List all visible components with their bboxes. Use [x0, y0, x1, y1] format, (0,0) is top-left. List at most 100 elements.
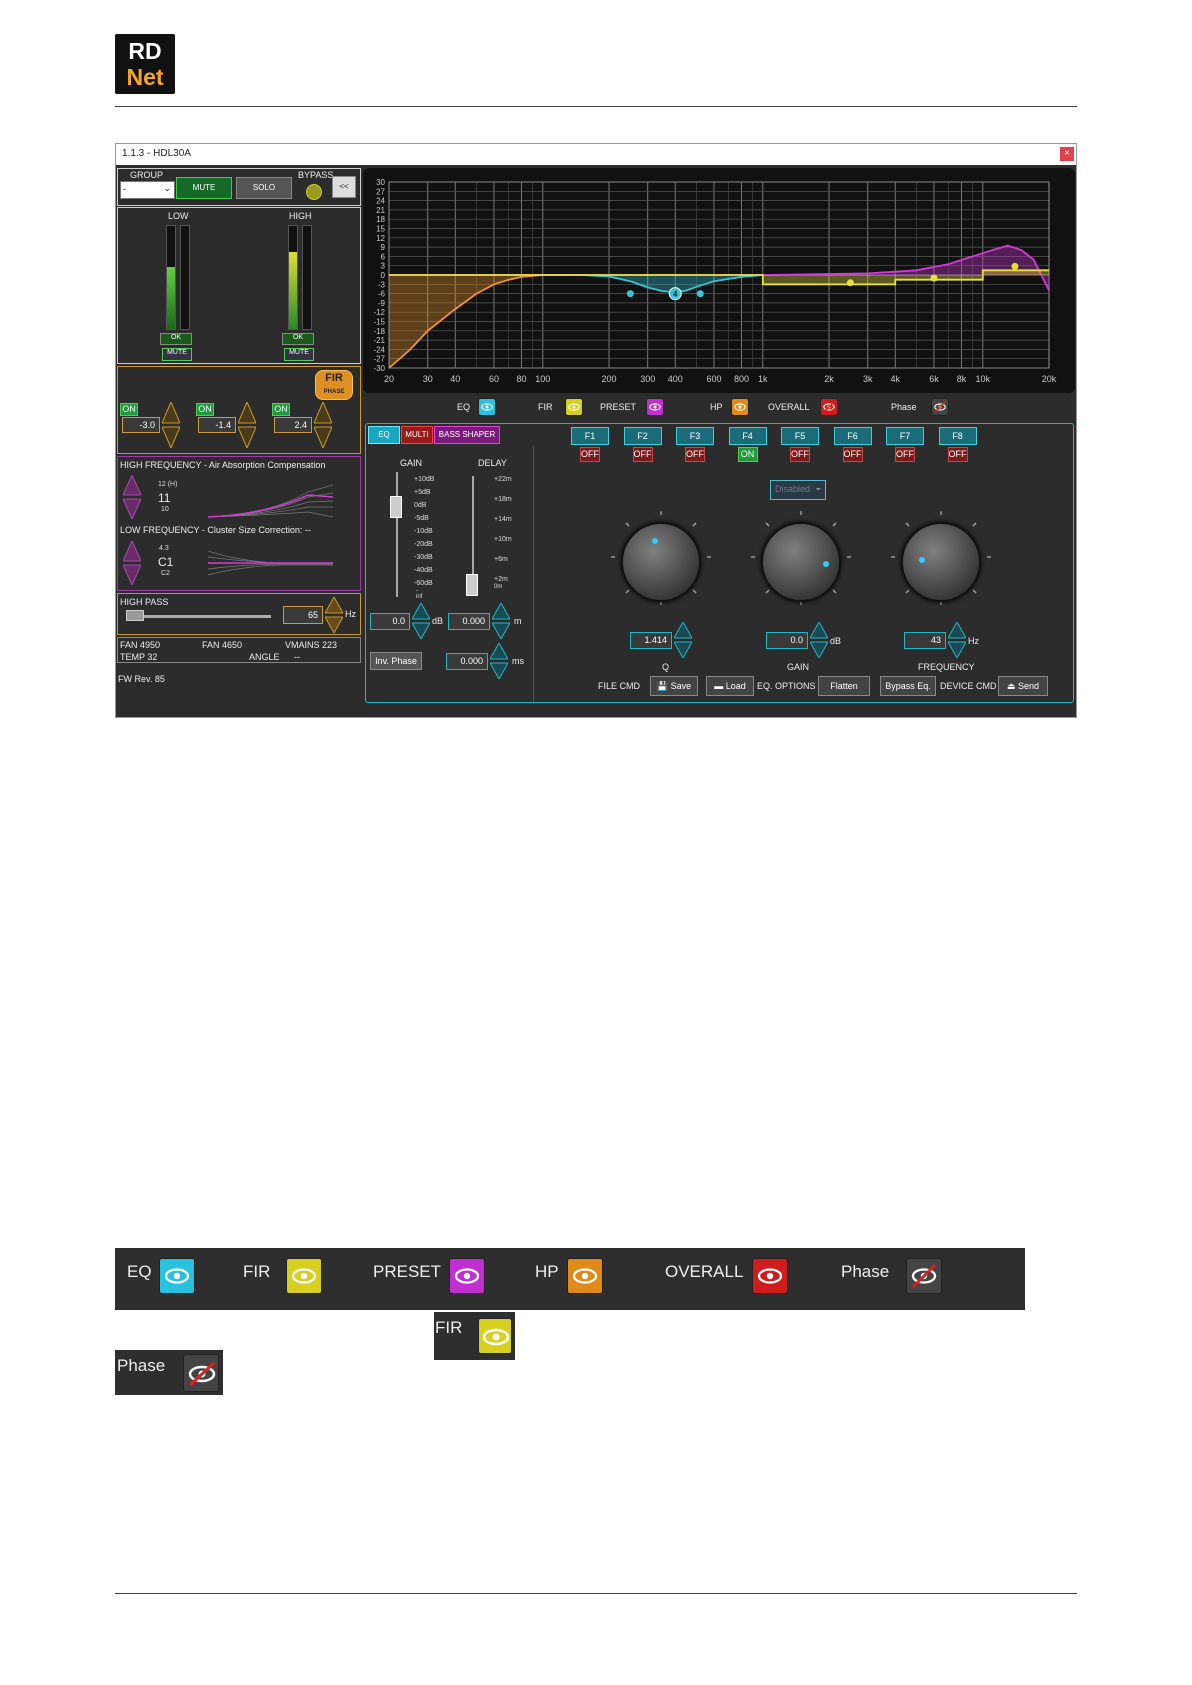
gain-knob[interactable] [761, 522, 841, 602]
gain-fader-handle[interactable] [390, 496, 402, 518]
filter-state-f2[interactable]: OFF [632, 447, 653, 462]
fir-phase-badge[interactable]: FIR PHASE [315, 370, 353, 400]
filter-state-f7[interactable]: OFF [895, 447, 915, 462]
temp-status: TEMP 32 [120, 652, 158, 662]
gain-value[interactable]: 0.0 [370, 613, 410, 630]
strip-overall-eye-icon[interactable] [752, 1258, 788, 1294]
mute-button[interactable]: MUTE [176, 177, 232, 199]
y-tick-label: 0 [381, 271, 386, 280]
highpass-slider-handle[interactable] [126, 610, 144, 621]
filter-button-f2[interactable]: F2 [623, 427, 662, 445]
fir-value-2[interactable]: -1.4 [198, 417, 236, 433]
freq-value[interactable]: 43 [904, 632, 946, 649]
fir-spinner-3[interactable] [313, 400, 333, 450]
bypass-eq-button[interactable]: Bypass Eq. [880, 676, 936, 696]
hp-eye-icon[interactable] [730, 398, 749, 416]
fir-on-button-3[interactable]: ON [272, 403, 290, 416]
freq-label: FREQUENCY [918, 662, 975, 672]
filter-button-f5[interactable]: F5 [781, 427, 819, 445]
phase-eye-off-icon[interactable] [183, 1354, 219, 1392]
ms-spinner[interactable] [490, 643, 508, 679]
gain-scale-label: -40dB [414, 567, 433, 574]
filter-button-f7[interactable]: F7 [886, 427, 924, 445]
fir-on-button-2[interactable]: ON [196, 403, 214, 416]
y-tick-label: -30 [373, 364, 385, 373]
solo-button[interactable]: SOLO [236, 177, 292, 199]
tab-eq[interactable]: EQ [368, 426, 400, 444]
meter-low-mute-button[interactable]: MUTE [162, 348, 192, 361]
gain-knob-spinner[interactable] [810, 622, 828, 658]
inv-phase-button[interactable]: Inv. Phase [370, 652, 422, 670]
fir-value-3[interactable]: 2.4 [274, 417, 312, 433]
filter-button-f8[interactable]: F8 [938, 427, 977, 445]
filter-state-f5[interactable]: OFF [790, 447, 810, 462]
x-tick-label: 300 [640, 374, 655, 384]
meter-high-mute-button[interactable]: MUTE [284, 348, 314, 361]
gain-fader-track[interactable] [396, 472, 398, 597]
highpass-value[interactable]: 65 [283, 606, 323, 624]
strip-preset-eye-icon[interactable] [449, 1258, 485, 1294]
hf-below: 10 [161, 506, 169, 513]
flatten-button[interactable]: Flatten [818, 676, 870, 696]
strip-eq-eye-icon[interactable] [159, 1258, 195, 1294]
filter-state-f6[interactable]: OFF [842, 447, 863, 462]
highpass-spinner[interactable] [325, 597, 343, 633]
filter-button-f1[interactable]: F1 [571, 427, 609, 445]
phase-eye-icon[interactable] [930, 398, 949, 416]
hf-spinner[interactable] [123, 475, 141, 519]
filter-state-f3[interactable]: OFF [685, 447, 705, 462]
frequency-knob[interactable] [901, 522, 981, 602]
overall-eye-icon[interactable] [820, 398, 839, 416]
fir-on-button-1[interactable]: ON [120, 403, 138, 416]
y-tick-label: 6 [381, 252, 386, 261]
q-knob[interactable] [621, 522, 701, 602]
strip-fir-eye-icon[interactable] [286, 1258, 322, 1294]
close-icon[interactable]: × [1060, 147, 1074, 161]
strip-hp-eye-icon[interactable] [567, 1258, 603, 1294]
q-spinner[interactable] [674, 622, 692, 658]
q-value[interactable]: 1.414 [630, 632, 672, 649]
legend-label-fir: FIR [538, 402, 553, 412]
filter-state-f4[interactable]: ON [737, 447, 758, 462]
gain-label: GAIN [400, 458, 423, 468]
filter-state-f1[interactable]: OFF [580, 447, 600, 462]
delay-scale-label: +22m [494, 476, 512, 483]
x-tick-label: 100 [535, 374, 550, 384]
freq-knob-indicator [919, 557, 925, 563]
eq-eye-icon[interactable] [477, 398, 496, 416]
save-label: Save [670, 681, 692, 691]
fir-spinner-2[interactable] [237, 400, 257, 450]
tab-bass-shaper[interactable]: BASS SHAPER [434, 426, 500, 444]
delay-fader-handle[interactable] [466, 574, 478, 596]
fir-eye-icon[interactable] [478, 1318, 512, 1354]
gain-spinner[interactable] [412, 603, 430, 639]
highpass-slider-track[interactable] [126, 615, 271, 618]
group-select[interactable]: - ⌄ [120, 181, 175, 199]
freq-spinner[interactable] [948, 622, 966, 658]
load-button[interactable]: ▬ Load [706, 676, 754, 696]
filter-button-f3[interactable]: F3 [676, 427, 714, 445]
ms-value[interactable]: 0.000 [446, 653, 488, 670]
filter-type-select[interactable]: Disabled ⌄ [770, 480, 826, 500]
delay-unit: m [514, 616, 522, 626]
lf-spinner[interactable] [123, 541, 141, 585]
strip-phase-eye-icon[interactable] [906, 1258, 942, 1294]
filter-state-f8[interactable]: OFF [947, 447, 968, 462]
fir-spinner-1[interactable] [161, 400, 181, 450]
bypass-led[interactable] [306, 184, 322, 200]
preset-eye-icon[interactable] [645, 398, 664, 416]
save-button[interactable]: 💾 Save [650, 676, 698, 696]
fir-value-1[interactable]: -3.0 [122, 417, 160, 433]
filter-button-f4[interactable]: F4 [728, 427, 767, 445]
send-button[interactable]: ⏏ Send [998, 676, 1048, 696]
gain-knob-value[interactable]: 0.0 [766, 632, 808, 649]
x-tick-label: 20 [384, 374, 394, 384]
tab-multi[interactable]: MULTI [401, 426, 433, 444]
y-tick-label: 3 [381, 262, 386, 271]
delay-value[interactable]: 0.000 [448, 613, 490, 630]
footer-rule [115, 1593, 1077, 1594]
filter-button-f6[interactable]: F6 [833, 427, 872, 445]
fir-eye-icon[interactable] [564, 398, 583, 416]
delay-spinner[interactable] [492, 603, 510, 639]
collapse-button[interactable]: << [332, 176, 356, 198]
